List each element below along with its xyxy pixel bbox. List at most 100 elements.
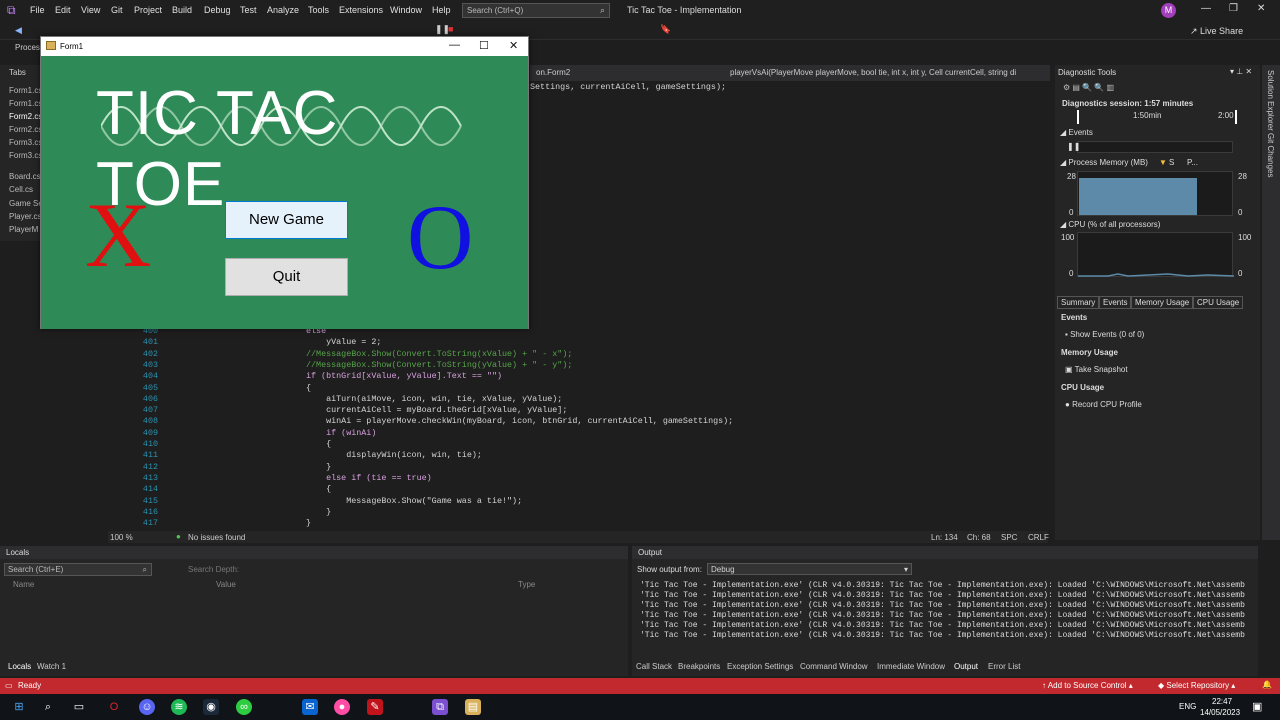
code-line[interactable]: 415 MessageBox.Show("Game was a tie!"); [120, 496, 1050, 507]
steam-icon[interactable]: ◉ [203, 699, 219, 715]
tab-events[interactable]: Events [1099, 296, 1132, 309]
search-input[interactable]: Search (Ctrl+Q) ⌕ [462, 3, 610, 18]
form-minimize-icon[interactable]: — [449, 39, 460, 51]
notification-icon[interactable]: ▣ [1252, 700, 1262, 713]
quit-button[interactable]: Quit [225, 258, 348, 296]
language-indicator[interactable]: ENG [1179, 702, 1196, 711]
avatar[interactable]: M [1161, 3, 1176, 18]
record-cpu-button[interactable]: ● Record CPU Profile [1065, 400, 1142, 409]
zoom-level[interactable]: 100 % [110, 533, 133, 542]
tab-item[interactable]: Form1.cs [9, 86, 41, 95]
show-events-button[interactable]: ▪ Show Events (0 of 0) [1065, 330, 1144, 339]
select-repository-button[interactable]: ◆ Select Repository ▴ [1158, 681, 1235, 690]
visual-studio-icon[interactable]: ⧉ [432, 699, 448, 715]
menu-analyze[interactable]: Analyze [267, 5, 299, 15]
live-share-button[interactable]: ↗ Live Share [1190, 26, 1243, 37]
menu-git[interactable]: Git [111, 5, 123, 15]
code-line[interactable]: 411 displayWin(icon, win, tie); [120, 450, 1050, 461]
pause-track-icon[interactable]: ❚❚ [1067, 142, 1080, 151]
menu-file[interactable]: File [30, 5, 45, 15]
menu-window[interactable]: Window [390, 5, 422, 15]
code-line[interactable]: 410 { [120, 439, 1050, 450]
git-changes-tab[interactable]: Git Changes [1266, 133, 1275, 177]
exception-settings-tab[interactable]: Exception Settings [727, 662, 793, 671]
form-app-taskbar-icon[interactable]: ▤ [465, 699, 481, 715]
breakpoints-tab[interactable]: Breakpoints [678, 662, 720, 671]
tab-summary[interactable]: Summary [1057, 296, 1100, 309]
pause-icon[interactable]: ❚❚ [435, 24, 450, 35]
code-line[interactable]: 408 winAi = playerMove.checkWin(myBoard,… [120, 416, 1050, 427]
watch-tab[interactable]: Watch 1 [37, 662, 66, 671]
editor-member-dropdown[interactable]: playerVsAi(PlayerMove playerMove, bool t… [730, 68, 1030, 77]
menu-help[interactable]: Help [432, 5, 451, 15]
tab-item[interactable]: Cell.cs [9, 185, 41, 194]
diag-toolbar-icons[interactable]: ⚙ ▤ 🔍 🔍 ▥ [1063, 83, 1114, 92]
error-list-tab[interactable]: Error List [988, 662, 1020, 671]
discord-icon[interactable]: ☺ [139, 699, 155, 715]
add-source-control-button[interactable]: ↑ Add to Source Control ▴ [1042, 681, 1133, 690]
locals-tab[interactable]: Locals [8, 662, 31, 671]
code-line[interactable]: 412 } [120, 462, 1050, 473]
app-pink-icon[interactable]: ● [334, 699, 350, 715]
code-line[interactable]: 416 } [120, 507, 1050, 518]
immediate-window-tab[interactable]: Immediate Window [877, 662, 945, 671]
menu-extensions[interactable]: Extensions [339, 5, 383, 15]
tab-memory-usage[interactable]: Memory Usage [1131, 296, 1194, 309]
menu-debug[interactable]: Debug [204, 5, 231, 15]
tab-item[interactable]: Game Se [9, 199, 41, 208]
minimize-icon[interactable]: — [1201, 3, 1211, 14]
tab-item[interactable]: Form3.cs [9, 138, 41, 147]
code-line[interactable]: 414 { [120, 484, 1050, 495]
menu-tools[interactable]: Tools [308, 5, 329, 15]
restore-icon[interactable]: ❐ [1229, 3, 1238, 14]
windows-start-icon[interactable]: ⊞ [11, 699, 27, 715]
task-view-icon[interactable]: ▭ [71, 699, 87, 715]
editor-type-dropdown[interactable]: on.Form2 [536, 68, 570, 77]
take-snapshot-button[interactable]: ▣ Take Snapshot [1065, 365, 1128, 374]
new-game-button[interactable]: New Game [225, 201, 348, 239]
solution-explorer-tab[interactable]: Solution Explorer [1266, 70, 1275, 131]
opera-icon[interactable]: O [106, 699, 122, 715]
diag-pin-icon[interactable]: ▾ ⊥ ✕ [1230, 67, 1252, 76]
code-line[interactable]: 404 if (btnGrid[xValue, yValue].Text == "… [120, 371, 1050, 382]
code-line[interactable]: 407 currentAiCell = myBoard.theGrid[xVal… [120, 405, 1050, 416]
spotify-icon[interactable]: ≋ [171, 699, 187, 715]
bookmark-icon[interactable]: 🔖 [660, 24, 671, 35]
mail-icon[interactable]: ✉ [302, 699, 318, 715]
tab-item[interactable]: Form2.cs [9, 125, 41, 134]
back-icon[interactable]: ◀ [15, 25, 22, 36]
tab-cpu-usage[interactable]: CPU Usage [1193, 296, 1244, 309]
output-source-select[interactable]: Debug ▾ [707, 563, 912, 575]
menu-edit[interactable]: Edit [55, 5, 71, 15]
code-line[interactable]: 417} [120, 518, 1050, 529]
tab-item[interactable]: PlayerM [9, 225, 41, 234]
clock-time[interactable]: 22:47 [1212, 697, 1232, 706]
menu-view[interactable]: View [81, 5, 100, 15]
issues-status[interactable]: No issues found [188, 533, 245, 542]
taskbar-search-icon[interactable]: ⌕ [40, 699, 56, 715]
form-close-icon[interactable]: ✕ [509, 39, 518, 52]
code-line[interactable]: 409 if (winAi) [120, 428, 1050, 439]
menu-project[interactable]: Project [134, 5, 162, 15]
output-tab[interactable]: Output [954, 662, 978, 671]
code-line[interactable]: 401 yValue = 2; [120, 337, 1050, 348]
code-line[interactable]: 403 //MessageBox.Show(Convert.ToString(yV… [120, 360, 1050, 371]
locals-search-input[interactable]: Search (Ctrl+E) ⌕ [4, 563, 152, 576]
menu-test[interactable]: Test [240, 5, 257, 15]
app-icon[interactable]: ∞ [236, 699, 252, 715]
code-line[interactable]: 405 { [120, 383, 1050, 394]
tab-item[interactable]: Form2.cs [9, 112, 41, 121]
form-maximize-icon[interactable]: ☐ [479, 39, 489, 52]
close-icon[interactable]: ✕ [1257, 3, 1265, 14]
clock-date[interactable]: 14/05/2023 [1200, 708, 1240, 717]
code-line[interactable]: 413 else if (tie == true) [120, 473, 1050, 484]
menu-build[interactable]: Build [172, 5, 192, 15]
bell-icon[interactable]: 🔔 [1262, 680, 1272, 689]
tab-item[interactable]: Player.cs [9, 212, 41, 221]
code-line[interactable]: 402 //MessageBox.Show(Convert.ToString(xV… [120, 349, 1050, 360]
command-window-tab[interactable]: Command Window [800, 662, 868, 671]
app-red-icon[interactable]: ✎ [367, 699, 383, 715]
call-stack-tab[interactable]: Call Stack [636, 662, 672, 671]
tab-item[interactable]: Form1.cs [9, 99, 41, 108]
code-line[interactable]: 406 aiTurn(aiMove, icon, win, tie, xValu… [120, 394, 1050, 405]
